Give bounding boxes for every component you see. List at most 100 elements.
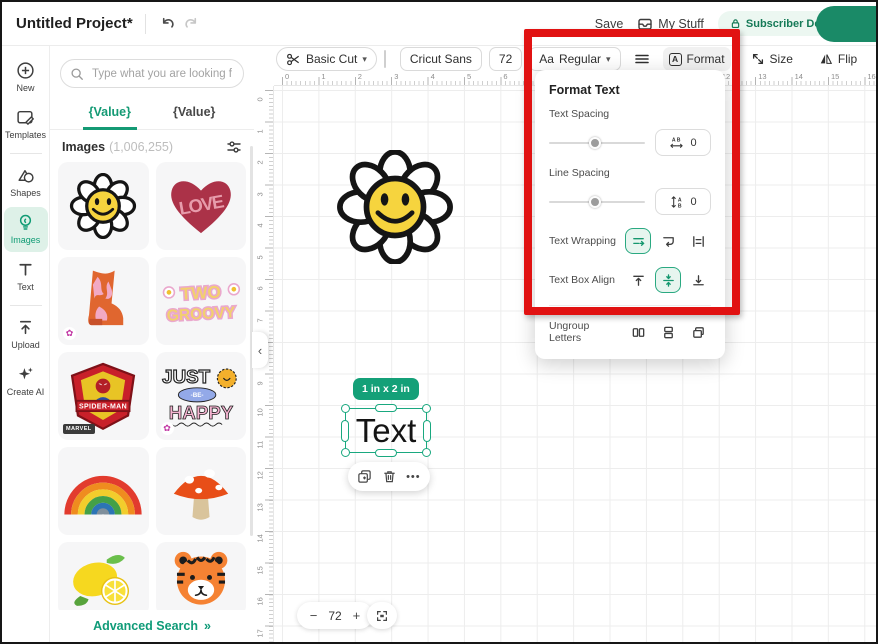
- font-style-dropdown[interactable]: Aa Regular ▾: [529, 47, 620, 71]
- boxed-a-icon: A: [669, 53, 682, 66]
- sidebar-item-upload[interactable]: Upload: [4, 312, 48, 357]
- image-tile-two-groovy[interactable]: TWO GROOVY: [156, 257, 247, 345]
- handle-edge-bottom[interactable]: [375, 449, 397, 457]
- sidebar-item-text[interactable]: Text: [4, 254, 48, 299]
- tiger-art: [166, 548, 236, 610]
- ungroup-all-button[interactable]: [685, 319, 711, 345]
- image-tile-lemon[interactable]: [58, 542, 149, 616]
- marvel-tag: MARVEL: [63, 424, 95, 434]
- more-options-button[interactable]: •••: [406, 471, 421, 483]
- text-wrapping-label: Text Wrapping: [549, 235, 621, 247]
- image-tile-mushroom[interactable]: [156, 447, 247, 535]
- line-spacing-value-box[interactable]: AB 0: [655, 188, 711, 215]
- linetype-dropdown[interactable]: Basic Cut ▾: [276, 47, 377, 71]
- handle-corner-br[interactable]: [422, 448, 431, 457]
- alignment-button[interactable]: [628, 47, 656, 71]
- text-icon: [16, 260, 35, 279]
- size-button[interactable]: Size: [745, 47, 799, 71]
- wrap-none-button[interactable]: [625, 228, 651, 254]
- align-top-button[interactable]: [625, 267, 651, 293]
- app-window: Untitled Project* Save My Stuff Subscrib…: [0, 0, 878, 644]
- save-button[interactable]: Save: [595, 17, 624, 31]
- text-selection-box[interactable]: Text: [345, 408, 427, 453]
- delete-button[interactable]: [382, 469, 397, 484]
- double-chevron-icon: »: [204, 619, 211, 633]
- ungroup-letters-button[interactable]: [625, 319, 651, 345]
- search-input[interactable]: [90, 67, 234, 81]
- image-tile-spider-man[interactable]: SPIDER-MAN MARVEL: [58, 352, 149, 440]
- top-bar: Untitled Project* Save My Stuff Subscrib…: [2, 2, 876, 46]
- handle-corner-tr[interactable]: [422, 404, 431, 413]
- style-value-label: Regular: [559, 52, 601, 66]
- line-spacing-value: 0: [690, 196, 696, 208]
- canvas-text-element[interactable]: Text: [356, 412, 417, 450]
- image-tile-cowboy-boot[interactable]: ✿: [58, 257, 149, 345]
- canvas-smiley-daisy[interactable]: [327, 150, 463, 264]
- zoom-out-button[interactable]: −: [310, 608, 318, 623]
- align-bottom-button[interactable]: [685, 267, 711, 293]
- redo-icon: [182, 15, 199, 32]
- handle-edge-left[interactable]: [341, 420, 349, 442]
- handle-edge-right[interactable]: [423, 420, 431, 442]
- handle-edge-top[interactable]: [375, 404, 397, 412]
- format-label: Format: [687, 52, 725, 66]
- ruler-tick-label: 14: [256, 533, 265, 543]
- left-sidebar: New Templates Shapes Images Text Upload …: [2, 46, 50, 642]
- align-middle-button[interactable]: [655, 267, 681, 293]
- wrap-return-button[interactable]: [655, 228, 681, 254]
- text-spacing-slider[interactable]: [549, 142, 645, 144]
- duplicate-button[interactable]: [357, 469, 372, 484]
- search-box[interactable]: [60, 59, 244, 88]
- premium-flower-badge: ✿: [161, 422, 174, 435]
- handle-corner-tl[interactable]: [341, 404, 350, 413]
- image-tile-tiger[interactable]: [156, 542, 247, 616]
- sidebar-item-images[interactable]: Images: [4, 207, 48, 252]
- ruler-tick-label: 7: [256, 312, 265, 322]
- tab-first[interactable]: {Value}: [83, 101, 137, 130]
- zoom-in-button[interactable]: +: [353, 608, 361, 623]
- image-tile-smiley-daisy[interactable]: [58, 162, 149, 250]
- sidebar-item-new[interactable]: New: [4, 55, 48, 100]
- color-swatch[interactable]: [384, 50, 386, 68]
- ungroup-lines-button[interactable]: [655, 319, 681, 345]
- slider-thumb[interactable]: [589, 196, 601, 208]
- image-tile-just-be-happy[interactable]: JUST -BE- HAPPY ✿: [156, 352, 247, 440]
- slider-thumb[interactable]: [589, 137, 601, 149]
- text-spacing-value-box[interactable]: A B 0: [655, 129, 711, 156]
- ruler-tick-label: 16: [256, 596, 265, 606]
- tab-second[interactable]: {Value}: [167, 101, 221, 129]
- wrap-fixed-button[interactable]: [685, 228, 711, 254]
- inbox-icon: [637, 16, 653, 32]
- filter-button[interactable]: [226, 139, 242, 155]
- flip-button[interactable]: Flip: [813, 47, 863, 71]
- text-box-align-label: Text Box Align: [549, 274, 621, 286]
- redo-button[interactable]: [180, 13, 202, 35]
- sidebar-item-shapes[interactable]: Shapes: [4, 160, 48, 205]
- duplicate-icon: [357, 469, 372, 484]
- undo-button[interactable]: [158, 13, 180, 35]
- chevron-left-icon: ‹: [258, 343, 262, 358]
- ruler-tick-label: 17: [256, 627, 265, 637]
- ruler-tick-label: 0: [256, 92, 265, 102]
- images-header: Images (1,006,255): [50, 130, 254, 162]
- image-tile-rainbow[interactable]: [58, 447, 149, 535]
- sidebar-item-label: Templates: [5, 130, 46, 140]
- font-size-field[interactable]: 72: [489, 47, 522, 71]
- image-tile-love-heart[interactable]: LOVE: [156, 162, 247, 250]
- font-dropdown[interactable]: Cricut Sans: [400, 47, 482, 71]
- ruler-tick-label: 16: [867, 72, 875, 81]
- images-panel: {Value} {Value} Images (1,006,255): [50, 46, 254, 642]
- sidebar-item-templates[interactable]: Templates: [4, 102, 48, 147]
- line-spacing-slider[interactable]: [549, 201, 645, 203]
- zoom-fit-button[interactable]: [367, 602, 397, 629]
- svg-text:TWO: TWO: [180, 282, 221, 304]
- panel-collapse-handle[interactable]: ‹: [252, 332, 268, 368]
- format-button[interactable]: A Format: [663, 47, 731, 71]
- sidebar-item-create-ai[interactable]: Create AI: [4, 359, 48, 404]
- just-be-happy-art: JUST -BE- HAPPY: [158, 362, 244, 430]
- advanced-search-link[interactable]: Advanced Search »: [50, 610, 254, 642]
- make-it-button[interactable]: [816, 6, 878, 42]
- my-stuff-button[interactable]: My Stuff: [637, 16, 704, 32]
- panel-tabs: {Value} {Value}: [50, 101, 254, 130]
- handle-corner-bl[interactable]: [341, 448, 350, 457]
